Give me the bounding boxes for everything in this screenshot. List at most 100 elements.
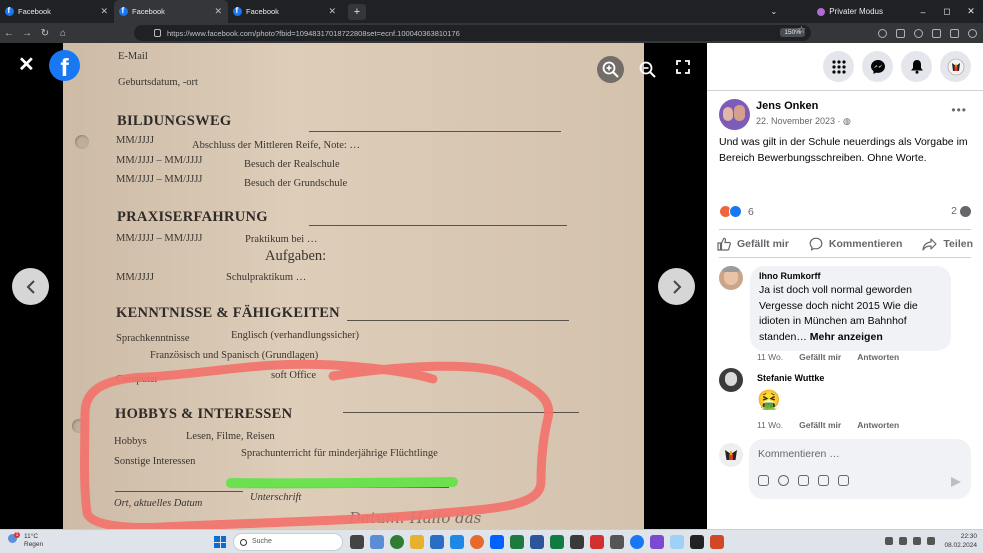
photos-icon[interactable] xyxy=(610,535,624,549)
clock[interactable]: 22:30 08.02.2024 xyxy=(944,532,977,550)
comment: Stefanie Wuttke 🤮 11 Wo. Gefällt mir Ant… xyxy=(719,368,971,438)
windows-start-icon[interactable] xyxy=(214,536,226,548)
extensions-icon[interactable] xyxy=(950,28,959,38)
zoom-in-icon xyxy=(602,61,619,78)
tab-close-icon[interactable]: ✕ xyxy=(214,6,222,17)
post-date[interactable]: 22. November 2023 · ◍ xyxy=(756,116,851,127)
word-icon[interactable] xyxy=(530,535,544,549)
comment-reply-link[interactable]: Antworten xyxy=(857,420,899,430)
commenter-name[interactable]: Ihno Rumkorff xyxy=(759,271,941,281)
mail-icon[interactable] xyxy=(430,535,444,549)
comment-count[interactable]: 2 xyxy=(951,205,971,217)
tab-close-icon[interactable]: ✕ xyxy=(328,6,336,17)
store-icon[interactable] xyxy=(450,535,464,549)
private-mode-indicator: Privater Modus xyxy=(817,7,883,16)
browser-tab-active[interactable]: Facebook ✕ xyxy=(114,0,228,23)
tab-list-chevron-icon[interactable]: ⌄ xyxy=(771,7,778,16)
menu-grid-button[interactable] xyxy=(823,51,854,82)
next-photo-button[interactable] xyxy=(658,268,695,305)
address-bar[interactable]: https://www.facebook.com/photo?fbid=1094… xyxy=(134,25,811,41)
back-icon[interactable]: ← xyxy=(0,28,18,39)
media-icon[interactable] xyxy=(670,535,684,549)
reload-icon[interactable]: ↻ xyxy=(36,28,54,39)
fullscreen-icon[interactable] xyxy=(676,60,690,74)
task-view-icon[interactable] xyxy=(350,535,364,549)
browser-tab[interactable]: Facebook ✕ xyxy=(228,0,342,23)
post-actions: Gefällt mir Kommentieren Teilen xyxy=(715,237,975,251)
excel-icon[interactable] xyxy=(510,535,524,549)
comment-input[interactable]: Kommentieren … xyxy=(749,439,971,499)
widgets-icon[interactable] xyxy=(370,535,384,549)
spreadsheet-icon[interactable] xyxy=(550,535,564,549)
tab-title: Facebook xyxy=(18,7,51,16)
close-window-button[interactable]: ✕ xyxy=(959,6,983,17)
account-icon[interactable] xyxy=(914,28,923,38)
speaker-icon[interactable] xyxy=(913,537,921,545)
downloads-icon[interactable] xyxy=(896,28,905,38)
zoom-in-button[interactable] xyxy=(597,56,624,83)
bookmark-star-icon[interactable]: ☆ xyxy=(797,25,806,36)
send-icon[interactable] xyxy=(951,477,961,487)
taskbar-search[interactable]: Suche xyxy=(233,533,343,551)
terminal-icon[interactable] xyxy=(570,535,584,549)
menu-icon[interactable] xyxy=(968,28,977,38)
my-avatar[interactable] xyxy=(719,443,743,467)
camera-icon[interactable] xyxy=(798,475,809,486)
maximize-button[interactable]: ◻ xyxy=(935,6,959,17)
weather-widget[interactable]: 1 11°C Regen xyxy=(8,532,43,549)
battery-icon[interactable] xyxy=(927,537,935,545)
comment-button[interactable]: Kommentieren xyxy=(807,237,905,251)
zoom-out-button[interactable] xyxy=(634,56,661,83)
comment-like-link[interactable]: Gefällt mir xyxy=(799,420,841,430)
app-icon[interactable] xyxy=(650,535,664,549)
like-button[interactable]: Gefällt mir xyxy=(715,237,791,251)
new-tab-button[interactable]: + xyxy=(348,3,366,20)
tab-title: Facebook xyxy=(246,7,279,16)
photoshop-icon[interactable] xyxy=(690,535,704,549)
messenger-button[interactable] xyxy=(862,51,893,82)
screenshot-icon[interactable] xyxy=(932,28,941,38)
comment-meta: 11 Wo. Gefällt mir Antworten xyxy=(757,420,899,430)
firefox-icon[interactable] xyxy=(470,535,484,549)
browser-tab[interactable]: Facebook ✕ xyxy=(0,0,114,23)
avatar-sticker-icon[interactable] xyxy=(838,475,849,486)
notifications-button[interactable] xyxy=(901,51,932,82)
edge-icon[interactable] xyxy=(390,535,404,549)
private-mode-icon xyxy=(817,7,826,16)
see-more-link[interactable]: Mehr anzeigen xyxy=(810,331,883,343)
minimize-button[interactable]: – xyxy=(911,7,935,17)
gif-icon[interactable] xyxy=(818,475,829,486)
sticker-icon[interactable] xyxy=(758,475,769,486)
emoji-icon[interactable] xyxy=(778,475,789,486)
share-button[interactable]: Teilen xyxy=(920,237,975,251)
acrobat-icon[interactable] xyxy=(590,535,604,549)
wifi-icon[interactable] xyxy=(899,537,907,545)
commenter-avatar[interactable] xyxy=(719,368,743,392)
forward-icon[interactable]: → xyxy=(18,28,36,39)
more-options-icon[interactable]: ••• xyxy=(951,103,967,117)
clock-time: 22:30 xyxy=(960,533,977,540)
shield-icon[interactable] xyxy=(878,28,887,38)
browser-icon[interactable] xyxy=(630,535,644,549)
comment-bubble-icon xyxy=(960,205,971,217)
facebook-logo-icon[interactable]: f xyxy=(49,50,80,81)
comment-age[interactable]: 11 Wo. xyxy=(757,352,783,362)
reaction-summary[interactable]: 6 xyxy=(719,205,754,218)
dropbox-icon[interactable] xyxy=(490,535,504,549)
tab-close-icon[interactable]: ✕ xyxy=(100,6,108,17)
comment-like-link[interactable]: Gefällt mir xyxy=(799,352,841,362)
post-author[interactable]: Jens Onken xyxy=(756,100,818,112)
comment-age[interactable]: 11 Wo. xyxy=(757,420,783,430)
url-text[interactable]: https://www.facebook.com/photo?fbid=1094… xyxy=(167,29,460,38)
chevron-up-icon[interactable] xyxy=(885,537,893,545)
profile-button[interactable] xyxy=(940,51,971,82)
commenter-name[interactable]: Stefanie Wuttke xyxy=(757,373,824,383)
file-explorer-icon[interactable] xyxy=(410,535,424,549)
previous-photo-button[interactable] xyxy=(12,268,49,305)
commenter-avatar[interactable] xyxy=(719,266,743,290)
close-viewer-button[interactable]: ✕ xyxy=(18,55,35,75)
comment-reply-link[interactable]: Antworten xyxy=(857,352,899,362)
author-avatar[interactable] xyxy=(719,99,750,130)
powerpoint-icon[interactable] xyxy=(710,535,724,549)
home-icon[interactable]: ⌂ xyxy=(54,28,72,39)
